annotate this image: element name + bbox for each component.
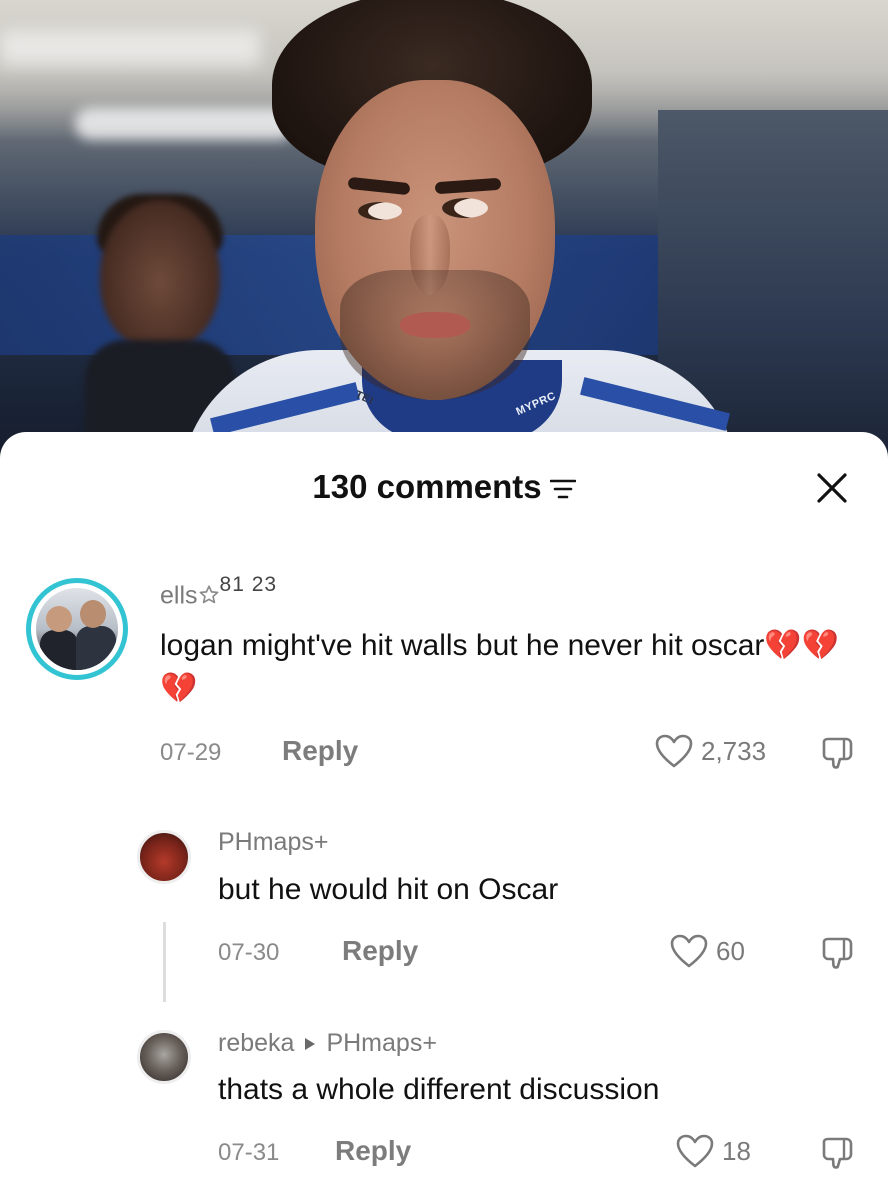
avatar[interactable]	[137, 830, 191, 884]
comment-text: logan might've hit walls but he never hi…	[160, 629, 840, 705]
like-count: 60	[716, 935, 745, 966]
comments-header: 130 comments	[0, 432, 888, 542]
close-icon[interactable]	[814, 470, 850, 506]
comment-text: thats a whole different discussion	[218, 1073, 660, 1106]
comment-date: 07-31	[218, 1139, 280, 1166]
ceiling-light	[0, 30, 260, 66]
thread-line	[163, 922, 166, 1002]
like-count: 18	[722, 1135, 751, 1166]
comments-sheet: 130 comments ells 81 23 logan might've hi…	[0, 432, 888, 1200]
comment-date: 07-30	[218, 939, 280, 966]
avatar[interactable]	[26, 578, 128, 680]
dislike-icon[interactable]	[820, 936, 854, 970]
like-button[interactable]: 18	[676, 1134, 751, 1168]
star-icon	[199, 585, 218, 604]
reply-button[interactable]: Reply	[342, 935, 418, 967]
comment-username[interactable]: rebeka PHmaps+	[218, 1029, 437, 1058]
comment-username[interactable]: PHmaps+	[218, 828, 328, 857]
comments-title: 130 comments	[0, 468, 888, 506]
heart-icon	[670, 934, 708, 968]
sort-filter-icon[interactable]	[549, 478, 576, 500]
reply-button[interactable]: Reply	[335, 1135, 411, 1167]
avatar[interactable]	[137, 1030, 191, 1084]
main-person: TEI MYPRC	[180, 0, 740, 470]
user-badge: 81 23	[219, 573, 278, 596]
like-button[interactable]: 2,733	[655, 734, 766, 768]
like-count: 2,733	[701, 735, 767, 766]
comment-text: but he would hit on Oscar	[218, 873, 559, 906]
comment-count: 130 comments	[312, 468, 542, 505]
reply-arrow-icon	[305, 1037, 316, 1050]
reply-to-username[interactable]: PHmaps+	[326, 1029, 436, 1058]
heart-icon	[676, 1134, 714, 1168]
comment-date: 07-29	[160, 739, 222, 766]
heart-icon	[655, 734, 693, 768]
comment-username[interactable]: ells 81 23	[160, 573, 278, 610]
post-video-frame[interactable]: TEI MYPRC	[0, 0, 888, 470]
reply-button[interactable]: Reply	[282, 735, 358, 767]
like-button[interactable]: 60	[670, 934, 745, 968]
dislike-icon[interactable]	[820, 736, 854, 770]
dislike-icon[interactable]	[820, 1136, 854, 1170]
